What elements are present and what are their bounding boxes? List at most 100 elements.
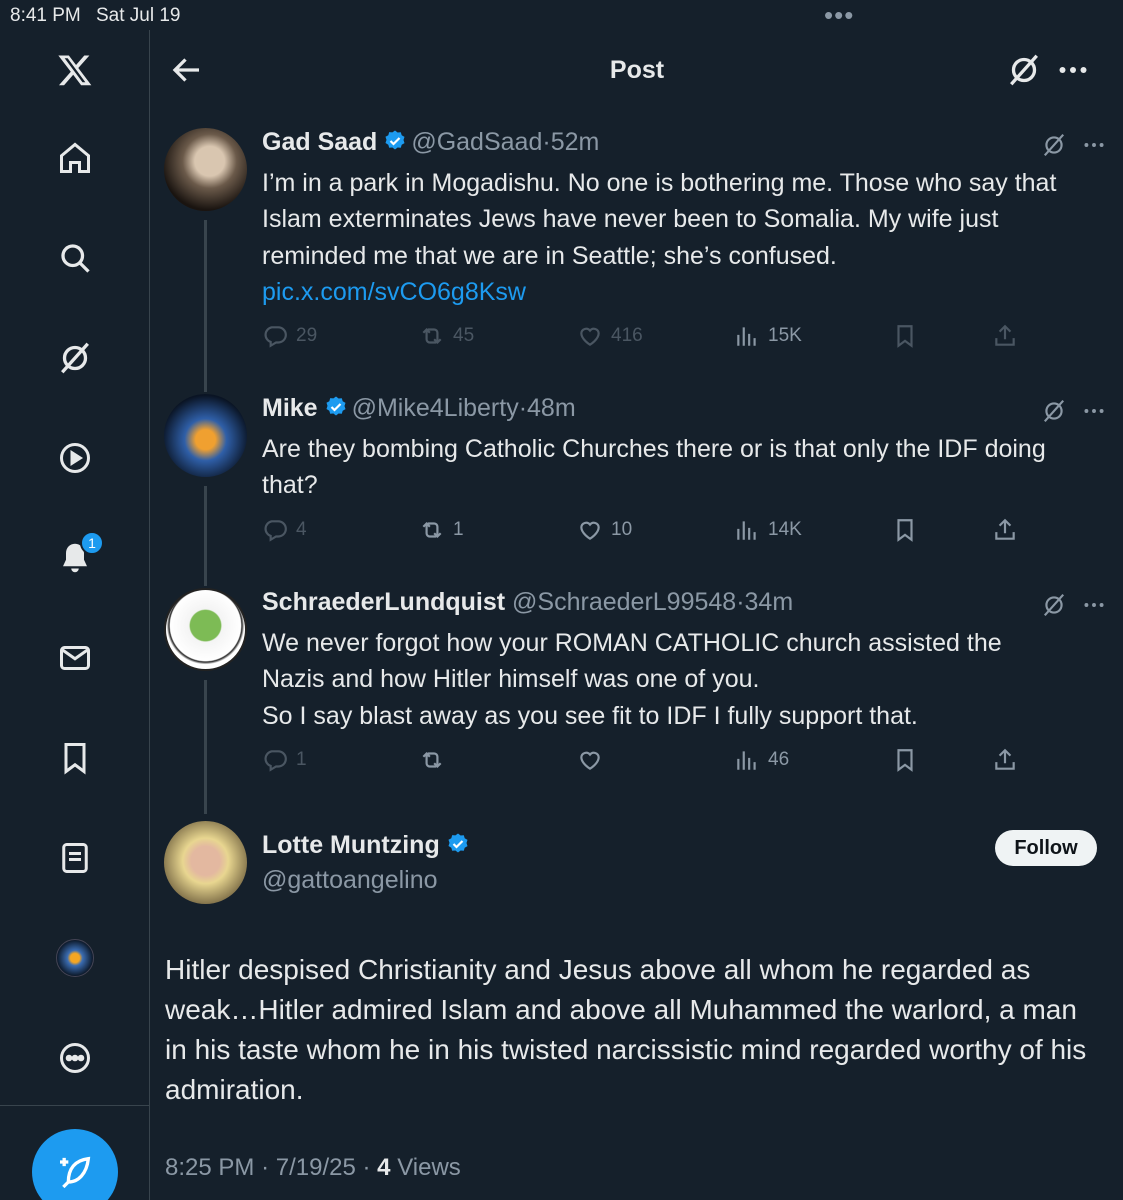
author-handle[interactable]: @GadSaad <box>411 128 542 156</box>
thread-tweet[interactable]: Gad Saad @GadSaad·52m I’m in a park in Mo… <box>151 128 1123 394</box>
share-button[interactable] <box>992 514 1026 546</box>
thread-tweet[interactable]: Mike @Mike4Liberty·48m Are they bombing C… <box>151 394 1123 588</box>
tweet-time[interactable]: 52m <box>551 128 600 156</box>
tweet-header: Lotte Muntzing <box>262 831 474 860</box>
thread-line <box>204 486 207 586</box>
tweet-text: Are they bombing Catholic Churches there… <box>262 435 1046 500</box>
repost-button[interactable]: 1 <box>419 514 464 546</box>
repost-icon <box>422 521 442 539</box>
multitasking-dots[interactable]: ••• <box>824 0 854 31</box>
share-icon <box>995 748 1015 770</box>
x-logo-icon[interactable] <box>50 45 100 95</box>
grok-icon[interactable] <box>50 333 100 383</box>
repost-icon <box>422 751 442 769</box>
tweet-header: SchraederLundquist @SchraederL99548·34m <box>262 588 794 616</box>
sidebar-divider <box>0 1105 150 1106</box>
views-count: 4 <box>377 1154 391 1181</box>
tweet-text: We never forgot how your ROMAN CATHOLIC … <box>262 629 1002 730</box>
tweet-actions: 4 1 10 14K <box>262 514 1107 546</box>
tweet-actions-right: 15K <box>262 320 1107 352</box>
avatar[interactable] <box>164 821 247 904</box>
status-bar: 8:41 PM Sat Jul 19 ••• <box>0 0 1123 30</box>
home-icon[interactable] <box>50 133 100 183</box>
author-handle[interactable]: @SchraederL99548 <box>512 588 736 616</box>
views-button[interactable]: 15K <box>734 320 802 352</box>
verified-badge-icon <box>385 130 405 150</box>
more-icon[interactable] <box>50 1033 100 1083</box>
author-name[interactable]: Mike <box>262 394 318 422</box>
verified-badge-icon <box>448 833 468 853</box>
heart-icon <box>580 751 600 770</box>
thread-line <box>204 680 207 814</box>
share-icon <box>995 324 1015 346</box>
more-dots-icon[interactable] <box>1081 398 1107 424</box>
heart-icon <box>580 521 600 540</box>
author-name[interactable]: Gad Saad <box>262 128 377 156</box>
tweet-time[interactable]: 48m <box>527 394 576 422</box>
status-time: 8:41 PM <box>10 5 81 26</box>
post-date[interactable]: 7/19/25 <box>276 1154 356 1181</box>
main-post: Lotte Muntzing @gattoangelino Follow Hit… <box>151 821 1123 1200</box>
messages-icon[interactable] <box>50 633 100 683</box>
bookmark-icon <box>897 749 913 772</box>
reply-icon <box>264 520 287 542</box>
bookmark-button[interactable] <box>892 744 926 776</box>
author-handle[interactable]: @Mike4Liberty <box>352 394 519 422</box>
author-handle[interactable]: @gattoangelino <box>262 866 438 894</box>
reply-button[interactable]: 4 <box>262 514 307 546</box>
author-name[interactable]: Lotte Muntzing <box>262 831 440 859</box>
views-chart-icon <box>737 751 756 770</box>
thread-line <box>204 220 207 392</box>
reply-button[interactable]: 1 <box>262 744 307 776</box>
like-button[interactable] <box>577 744 611 776</box>
views-label: Views <box>397 1154 461 1181</box>
grok-icon[interactable] <box>1041 592 1067 618</box>
tweet-text: I’m in a park in Mogadishu. No one is bo… <box>262 169 1057 306</box>
video-icon[interactable] <box>50 433 100 483</box>
grok-icon <box>1010 54 1038 86</box>
author-handle-row: @gattoangelino <box>262 866 438 895</box>
grok-header-button[interactable] <box>1006 52 1042 88</box>
follow-button[interactable]: Follow <box>995 830 1097 866</box>
tweet-actions: 1 46 <box>262 744 1107 776</box>
search-icon[interactable] <box>50 233 100 283</box>
post-meta: 8:25 PM · 7/19/25 · 4 Views <box>165 1154 461 1181</box>
media-link[interactable]: pic.x.com/svCO6g8Ksw <box>262 278 526 306</box>
avatar[interactable] <box>164 128 247 211</box>
like-button[interactable]: 10 <box>577 514 632 546</box>
lists-icon[interactable] <box>50 833 100 883</box>
compose-button[interactable] <box>32 1129 118 1200</box>
tweet-time[interactable]: 34m <box>745 588 794 616</box>
more-dots-icon[interactable] <box>1081 132 1107 158</box>
views-chart-icon <box>737 327 756 346</box>
header: Post <box>151 30 1123 110</box>
avatar[interactable] <box>164 394 247 477</box>
bookmark-icon <box>897 519 913 542</box>
sidebar: 1 <box>0 30 150 1200</box>
bookmark-button[interactable] <box>892 320 926 352</box>
avatar[interactable] <box>164 588 247 671</box>
grok-icon[interactable] <box>1041 132 1067 158</box>
profile-avatar[interactable] <box>50 933 100 983</box>
post-time[interactable]: 8:25 PM <box>165 1154 254 1181</box>
author-name[interactable]: SchraederLundquist <box>262 588 505 616</box>
reply-icon <box>264 750 287 772</box>
share-button[interactable] <box>992 744 1026 776</box>
more-dots-icon[interactable] <box>1081 592 1107 618</box>
views-button[interactable]: 46 <box>734 744 789 776</box>
share-icon <box>995 518 1015 540</box>
page-title: Post <box>609 56 665 84</box>
header-more-button[interactable] <box>1055 52 1091 88</box>
share-button[interactable] <box>992 320 1026 352</box>
repost-button[interactable] <box>419 744 453 776</box>
bookmark-icon <box>897 325 913 348</box>
grok-icon[interactable] <box>1041 398 1067 424</box>
views-button[interactable]: 14K <box>734 514 802 546</box>
thread-tweet[interactable]: SchraederLundquist @SchraederL99548·34m … <box>151 588 1123 816</box>
views-chart-icon <box>737 521 756 540</box>
more-dots-icon <box>1059 67 1087 73</box>
verified-badge-icon <box>326 396 346 416</box>
bookmark-button[interactable] <box>892 514 926 546</box>
notifications-icon[interactable]: 1 <box>50 531 104 583</box>
bookmarks-icon[interactable] <box>50 733 100 783</box>
